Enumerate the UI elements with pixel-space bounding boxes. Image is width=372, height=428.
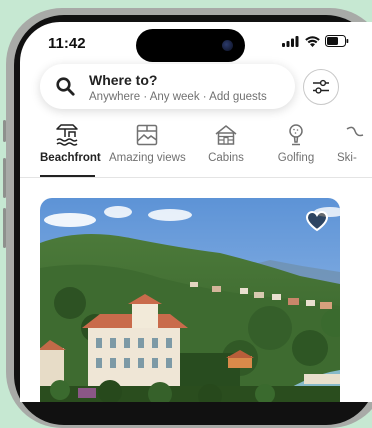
- search-title: Where to?: [89, 72, 158, 88]
- golfing-icon: [289, 124, 303, 146]
- header-divider: [20, 177, 372, 178]
- cellular-signal-icon: [282, 35, 299, 47]
- dynamic-island: [136, 29, 245, 62]
- listing-card[interactable]: [40, 198, 340, 402]
- filter-button[interactable]: [303, 69, 339, 105]
- phone-side-button: [3, 208, 6, 248]
- sliders-icon: [313, 79, 329, 94]
- category-label: Golfing: [277, 152, 315, 164]
- search-subtitle: Anywhere · Any week · Add guests: [89, 91, 267, 103]
- search-icon: [56, 77, 75, 96]
- phone-side-button: [3, 120, 6, 142]
- category-label: Ski-: [337, 152, 357, 164]
- skiing-icon: [346, 126, 364, 137]
- battery-icon: [325, 35, 349, 47]
- beachfront-icon: [55, 124, 78, 146]
- category-label: Amazing views: [109, 152, 186, 164]
- category-label: Beachfront: [40, 152, 101, 164]
- wifi-icon: [305, 35, 320, 47]
- search-bar[interactable]: Where to? Anywhere · Any week · Add gues…: [40, 64, 295, 109]
- cabin-icon: [215, 125, 237, 145]
- category-skiing[interactable]: Ski-: [337, 123, 372, 164]
- category-golfing[interactable]: Golfing: [274, 123, 318, 164]
- heart-icon[interactable]: [305, 210, 329, 232]
- listing-photo: [40, 198, 340, 402]
- category-label: Cabins: [208, 152, 244, 164]
- category-cabins[interactable]: Cabins: [204, 123, 248, 164]
- amazing-views-icon: [136, 124, 158, 146]
- category-amazing-views[interactable]: Amazing views: [109, 123, 186, 164]
- category-beachfront[interactable]: Beachfront: [40, 123, 101, 164]
- phone-side-button: [3, 158, 6, 198]
- app-screen: 11:42 Where to? Anywhere · Any week · Ad…: [20, 22, 372, 402]
- status-icons: [282, 35, 349, 47]
- camera-icon: [222, 40, 233, 51]
- status-time: 11:42: [48, 35, 86, 52]
